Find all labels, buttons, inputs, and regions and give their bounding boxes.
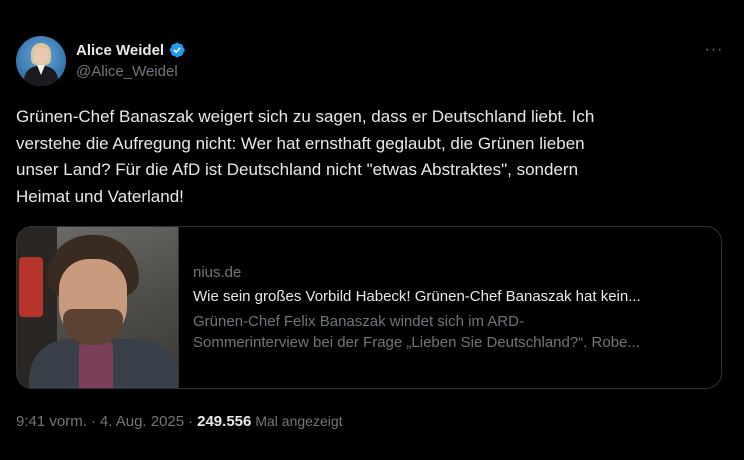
view-count-label: Mal angezeigt bbox=[255, 413, 343, 429]
tweet-text: Grünen-Chef Banaszak weigert sich zu sag… bbox=[16, 107, 595, 206]
tweet-time[interactable]: 9:41 vorm. bbox=[16, 413, 87, 430]
link-title[interactable]: Wie sein großes Vorbild Habeck! Grünen-C… bbox=[193, 287, 707, 307]
avatar[interactable] bbox=[16, 36, 66, 86]
link-description-line: Sommerinterview bei der Frage „Lieben Si… bbox=[193, 334, 640, 351]
view-count[interactable]: 249.556 bbox=[197, 413, 251, 430]
link-description-line: Grünen-Chef Felix Banaszak windet sich i… bbox=[193, 313, 524, 330]
link-preview-card[interactable]: nius.de Wie sein großes Vorbild Habeck! … bbox=[16, 226, 722, 389]
link-domain: nius.de bbox=[193, 264, 242, 281]
tweet-meta: 9:41 vorm. · 4. Aug. 2025 · 249.556 Mal … bbox=[16, 411, 343, 431]
more-options-icon[interactable]: ··· bbox=[700, 38, 728, 62]
tweet-header: Alice Weidel @Alice_Weidel ··· bbox=[16, 36, 728, 88]
author-handle[interactable]: @Alice_Weidel bbox=[76, 63, 186, 80]
link-preview-body: nius.de Wie sein großes Vorbild Habeck! … bbox=[179, 227, 721, 388]
link-preview-image[interactable] bbox=[17, 227, 179, 388]
author-info: Alice Weidel @Alice_Weidel bbox=[76, 40, 186, 80]
meta-separator: · bbox=[90, 412, 96, 430]
verified-badge-icon[interactable] bbox=[168, 41, 186, 59]
meta-separator: · bbox=[188, 412, 194, 430]
tweet-date[interactable]: 4. Aug. 2025 bbox=[100, 413, 184, 430]
tweet: Alice Weidel @Alice_Weidel ··· Grünen-Ch… bbox=[0, 0, 744, 460]
link-description: Grünen-Chef Felix Banaszak windet sich i… bbox=[193, 311, 707, 353]
author-display-name[interactable]: Alice Weidel bbox=[76, 42, 164, 59]
